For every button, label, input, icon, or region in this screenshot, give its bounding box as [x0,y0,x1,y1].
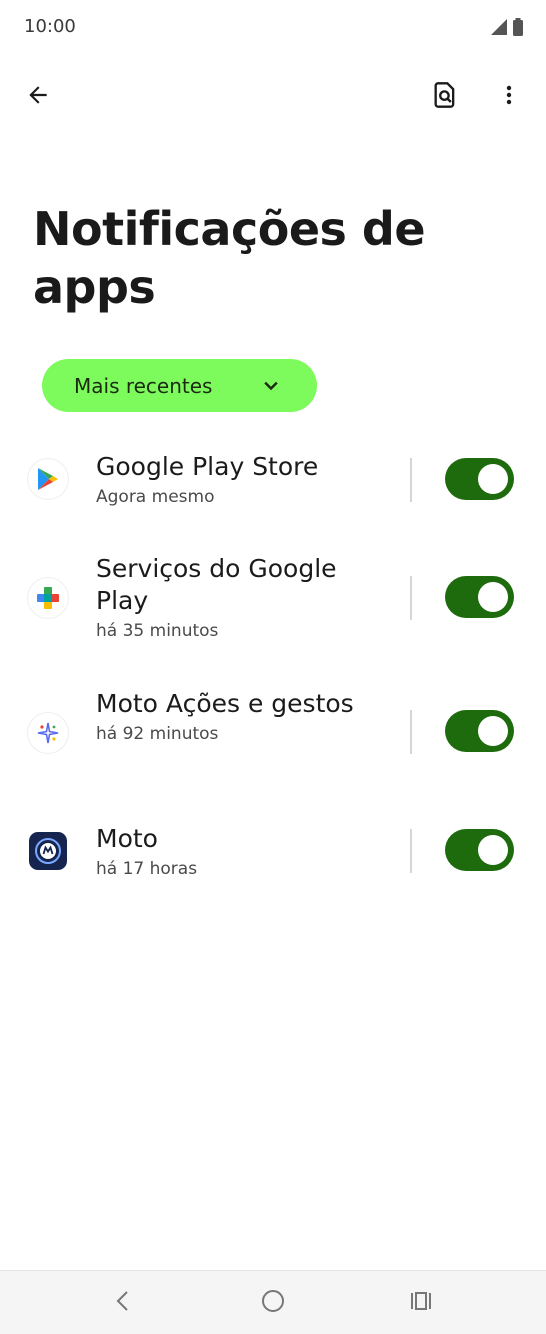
google-play-services-icon [28,578,68,618]
divider [410,829,412,873]
divider [410,710,412,754]
app-text: Moto Ações e gestos há 92 minutos [96,688,396,746]
nav-back-icon [113,1289,133,1317]
battery-icon [512,18,524,40]
back-button[interactable] [14,73,62,121]
app-time: Agora mesmo [96,487,215,507]
toggle-knob [478,582,508,612]
app-bar [0,66,546,128]
search-settings-button[interactable] [421,73,469,121]
app-time: há 17 horas [96,859,198,879]
divider [410,458,412,502]
toggle-knob [478,835,508,865]
nav-recents-icon [409,1289,433,1317]
moto-icon [29,832,67,870]
notification-toggle[interactable] [445,458,514,500]
status-icons [490,18,524,40]
sort-filter-dropdown[interactable]: Mais recentes [42,359,317,412]
app-name: Moto [96,824,158,853]
moto-actions-icon [28,713,68,753]
notification-toggle[interactable] [445,829,514,871]
app-time: há 92 minutos [96,724,219,744]
nav-recents-button[interactable] [405,1287,437,1319]
app-row-google-play-store[interactable]: Google Play Store Agora mesmo [0,435,546,525]
app-row-google-play-services[interactable]: Serviços do Google Play há 35 minutos [0,553,546,673]
nav-home-button[interactable] [257,1287,289,1319]
toggle-knob [478,716,508,746]
notification-toggle[interactable] [445,710,514,752]
status-time: 10:00 [24,16,76,37]
google-play-store-icon [28,459,68,499]
sort-filter-label: Mais recentes [74,373,213,398]
app-text: Serviços do Google Play há 35 minutos [96,553,396,643]
app-text: Google Play Store Agora mesmo [96,451,396,509]
more-options-button[interactable] [485,73,533,121]
toggle-knob [478,464,508,494]
nav-back-button[interactable] [107,1287,139,1319]
status-bar: 10:00 [0,0,546,56]
app-row-moto[interactable]: Moto há 17 horas [0,823,546,913]
arrow-back-icon [25,82,51,112]
app-name: Moto Ações e gestos [96,689,354,718]
app-name: Google Play Store [96,452,319,481]
divider [410,576,412,620]
notification-toggle[interactable] [445,576,514,618]
app-row-moto-actions[interactable]: Moto Ações e gestos há 92 minutos [0,687,546,807]
signal-icon [490,18,508,40]
navigation-bar [0,1270,546,1334]
app-text: Moto há 17 horas [96,823,396,881]
more-vert-icon [497,83,521,111]
page-title: Notificações de apps [33,202,426,314]
search-settings-icon [431,81,459,113]
chevron-down-icon [261,376,281,400]
app-time: há 35 minutos [96,621,219,641]
nav-home-icon [261,1289,285,1317]
app-name: Serviços do Google Play [96,554,337,615]
